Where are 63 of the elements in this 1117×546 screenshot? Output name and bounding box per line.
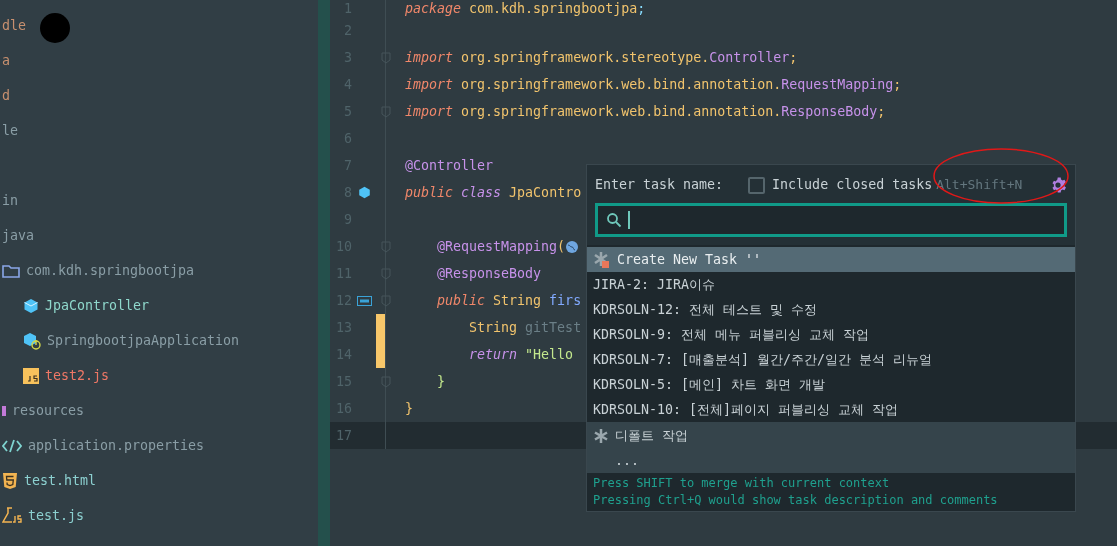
asterisk-icon: [593, 427, 609, 444]
search-icon: [606, 212, 622, 228]
tree-item[interactable]: java: [2, 225, 35, 246]
tree-item[interactable]: le: [2, 120, 18, 141]
tree-item[interactable]: dle: [2, 15, 27, 36]
task-item[interactable]: KDRSOLN-7: [매출분석] 월간/주간/일간 분석 리뉴얼: [587, 347, 1075, 372]
more-item[interactable]: ...: [587, 449, 1075, 473]
include-closed-checkbox[interactable]: [748, 176, 766, 194]
cube-icon: [357, 186, 371, 199]
tree-item[interactable]: application.properties: [28, 435, 205, 456]
task-item[interactable]: KDRSOLN-12: 전체 테스트 및 수정: [587, 297, 1075, 322]
api-icon: [356, 295, 372, 306]
code-line: @Controller: [405, 157, 494, 174]
prompt-label: Enter task name:: [595, 176, 724, 195]
checkbox-label: Include closed tasks: [772, 176, 933, 195]
js-file-icon: [23, 367, 39, 384]
fold-marker-icon[interactable]: [380, 375, 391, 388]
code-line: }: [405, 400, 413, 417]
code-line: }: [436, 373, 446, 390]
tree-item[interactable]: test.js: [28, 505, 85, 526]
cube-power-icon: [23, 331, 41, 350]
code-line: public class JpaContro: [405, 184, 582, 201]
code-line: public String firs: [436, 292, 582, 309]
code-line: package com.kdh.springbootjpa;: [405, 0, 646, 17]
globe-icon: [565, 239, 580, 254]
fold-marker-icon[interactable]: [380, 105, 391, 118]
task-item[interactable]: Create New Task '': [587, 247, 1075, 272]
task-item[interactable]: KDRSOLN-9: 전체 메뉴 퍼블리싱 교체 작업: [587, 322, 1075, 347]
tree-item[interactable]: in: [2, 190, 18, 211]
cube-icon: [23, 297, 39, 314]
tree-item[interactable]: test.html: [24, 470, 97, 491]
hint-text: Press SHIFT to merge with current context: [593, 475, 891, 492]
code-line: return "Hello: [468, 346, 574, 363]
hint-text: Pressing Ctrl+Q would show task description and comments: [593, 492, 999, 509]
html5-icon: [2, 471, 18, 490]
code-line: String gitTest: [468, 319, 582, 336]
task-item[interactable]: KDRSOLN-5: [메인] 차트 화면 개발: [587, 372, 1075, 397]
code-line: @RequestMapping(: [405, 238, 580, 255]
tree-item[interactable]: test2.js: [45, 365, 110, 386]
fold-marker-icon[interactable]: [380, 51, 391, 64]
code-line: import org.springframework.stereotype.Controller;: [405, 49, 798, 66]
code-line: @ResponseBody: [436, 265, 542, 282]
line-number: 17: [335, 427, 352, 444]
flask-js-icon: [2, 506, 22, 525]
search-field[interactable]: [595, 203, 1067, 237]
task-item[interactable]: 디폴트 작업: [587, 422, 1075, 449]
tree-item[interactable]: a: [2, 50, 10, 71]
folder-icon: [2, 263, 20, 278]
folder-icon: [2, 405, 6, 416]
fold-marker-icon[interactable]: [380, 267, 391, 280]
tree-item[interactable]: resources: [12, 400, 85, 421]
code-line: import org.springframework.web.bind.annotation.RequestMapping;: [405, 76, 902, 93]
tree-item[interactable]: com.kdh.springbootjpa: [26, 260, 195, 281]
task-item[interactable]: KDRSOLN-10: [전체]페이지 퍼블리싱 교체 작업: [587, 397, 1075, 422]
fold-marker-icon[interactable]: [380, 240, 391, 253]
tree-item[interactable]: SpringbootjpaApplication: [47, 330, 240, 351]
code-line: import org.springframework.web.bind.annotation.ResponseBody;: [405, 103, 886, 120]
tree-item[interactable]: d: [2, 85, 10, 106]
tree-item[interactable]: JpaController: [45, 295, 150, 316]
task-item[interactable]: JIRA-2: JIRA이슈: [587, 272, 1075, 297]
fold-marker-icon[interactable]: [380, 294, 391, 307]
asterisk-add-icon: [593, 250, 611, 269]
code-icon: [2, 438, 22, 453]
